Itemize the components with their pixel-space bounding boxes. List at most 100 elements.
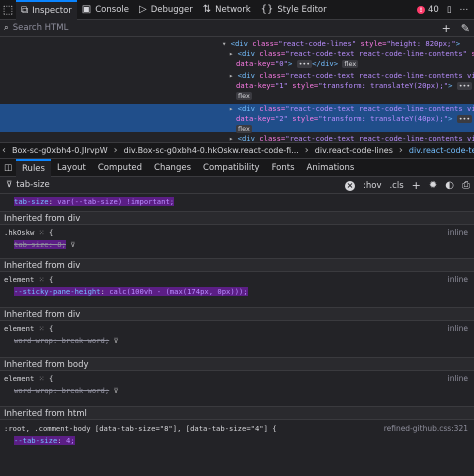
eyedropper-icon[interactable]: ✎ <box>461 22 470 35</box>
tab-network[interactable]: ⇅ Network <box>198 0 256 20</box>
tab-debugger[interactable]: ▷ Debugger <box>134 0 198 20</box>
chevron-right-icon: › <box>113 145 118 156</box>
selector[interactable]: element <box>4 324 34 333</box>
breadcrumb-item-current[interactable]: div.react-code-text.react-code-lir <box>405 146 474 155</box>
property-value[interactable]: break-word; <box>62 336 110 345</box>
tab-inspector[interactable]: ⧉ Inspector <box>16 0 77 20</box>
rule-source[interactable]: inline <box>448 323 468 334</box>
collapsed-content-badge[interactable]: ••• <box>456 82 473 90</box>
markup-search: ⌕ Search HTML + ✎ <box>0 20 474 37</box>
toggle-sidebar-icon[interactable]: ◫ <box>0 163 16 173</box>
flex-badge[interactable]: flex <box>236 125 252 133</box>
rule-selector: element ⁙ {inline <box>4 373 468 384</box>
grid-icon[interactable]: ⁙ <box>39 275 45 284</box>
filter-icon: ⊽ <box>6 180 13 190</box>
style-editor-icon: {} <box>260 4 274 15</box>
filter-rule-icon[interactable]: ⊽ <box>114 386 119 395</box>
property-name[interactable]: --sticky-pane-height <box>14 287 101 296</box>
property-name[interactable]: --tab-size <box>14 436 57 445</box>
tab-animations[interactable]: Animations <box>301 159 361 177</box>
property-value[interactable]: break-word; <box>62 386 110 395</box>
tab-console-label: Console <box>95 4 129 15</box>
flex-badge[interactable]: flex <box>342 60 359 68</box>
tab-style-editor-label: Style Editor <box>277 4 327 15</box>
css-declaration[interactable]: --tab-size: 4; <box>0 435 474 446</box>
css-declaration[interactable]: --sticky-pane-height: calc(100vh - (max(… <box>0 286 474 297</box>
hover-states-button[interactable]: :hov <box>363 181 381 191</box>
property-value[interactable]: 4; <box>66 436 75 445</box>
collapsed-content-badge[interactable]: ••• <box>296 60 313 68</box>
responsive-design-icon[interactable]: ▯ <box>447 5 452 15</box>
selector[interactable]: element <box>4 275 34 284</box>
filter-input[interactable]: tab-size <box>16 180 50 190</box>
add-rule-icon[interactable]: + <box>412 179 421 192</box>
classes-button[interactable]: .cls <box>389 181 403 191</box>
property-name[interactable]: word-wrap <box>14 386 53 395</box>
tab-rules[interactable]: Rules <box>16 158 51 177</box>
markup-line: flex <box>236 91 474 101</box>
selector[interactable]: :root, .comment-body [data-tab-size="8"]… <box>4 424 277 433</box>
property-value[interactable]: 8; <box>57 240 66 249</box>
tab-compatibility[interactable]: Compatibility <box>197 159 266 177</box>
rule-selector: :root, .comment-body [data-tab-size="8"]… <box>0 423 474 434</box>
pick-element-icon[interactable]: ⬚ <box>0 0 16 20</box>
property-value[interactable]: var(--tab-size) !important; <box>57 197 174 206</box>
property-name[interactable]: word-wrap <box>14 336 53 345</box>
breadcrumb-item[interactable]: div.Box-sc-g0xbh4-0.hkOskw.react-code-fi… <box>120 146 303 155</box>
rule-selector: .hkOskw ⁙ {inline <box>4 227 468 238</box>
property-name[interactable]: tab-size <box>14 240 49 249</box>
flex-badge[interactable]: flex <box>236 92 252 100</box>
property-value[interactable]: calc(100vh - (max(174px, 0px))); <box>109 287 247 296</box>
property-name[interactable]: tab-size <box>14 197 49 206</box>
css-declaration[interactable]: tab-size: 8; ⊽ <box>0 239 474 250</box>
selector[interactable]: .hkOskw <box>4 228 34 237</box>
tab-network-label: Network <box>215 4 251 15</box>
tab-fonts[interactable]: Fonts <box>266 159 301 177</box>
markup-line[interactable]: data-key="1" style="transform: translate… <box>236 81 474 91</box>
css-declaration[interactable]: tab-size: var(--tab-size) !important; <box>0 196 474 207</box>
rules-panel: tab-size: var(--tab-size) !important; In… <box>0 194 474 476</box>
tab-computed[interactable]: Computed <box>92 159 148 177</box>
css-declaration[interactable]: word-wrap: break-word; ⊽ <box>0 385 474 396</box>
tab-console[interactable]: ▣ Console <box>77 0 134 20</box>
grid-icon[interactable]: ⁙ <box>39 324 45 333</box>
section-header: Inherited from div <box>0 307 474 321</box>
print-mode-icon[interactable]: ⎙ <box>462 180 470 191</box>
markup-line[interactable]: data-key="0"> ••• </div> flex <box>236 59 474 69</box>
rule-source[interactable]: inline <box>448 274 468 285</box>
grid-icon[interactable]: ⁙ <box>39 228 45 237</box>
markup-line-selected[interactable]: ▸ <div class="react-code-text react-code… <box>0 104 474 114</box>
markup-line-selected[interactable]: data-key="2" style="transform: translate… <box>0 114 474 124</box>
filter-rule-icon[interactable]: ⊽ <box>114 336 119 345</box>
search-input[interactable]: Search HTML <box>13 23 69 33</box>
markup-line[interactable]: ▸ <div class="react-code-text react-code… <box>229 49 474 59</box>
rule-source[interactable]: refined-github.css:321 <box>384 423 468 434</box>
filter-rule-icon[interactable]: ⊽ <box>70 240 75 249</box>
tab-changes[interactable]: Changes <box>148 159 197 177</box>
markup-line[interactable]: ▾ <div class="react-code-lines" style="h… <box>222 39 474 49</box>
collapsed-content-badge[interactable]: ••• <box>456 115 473 123</box>
breadcrumb: ‹ Box-sc-g0xbh4-0.JIrvpW › div.Box-sc-g0… <box>0 142 474 159</box>
light-mode-icon[interactable]: ✹ <box>429 180 437 191</box>
css-declaration[interactable]: word-wrap: break-word; ⊽ <box>0 335 474 346</box>
rule-selector: element ⁙ {inline <box>4 323 468 334</box>
markup-line[interactable]: ▸ <div class="react-code-text react-code… <box>229 134 474 142</box>
section-header: Inherited from html <box>0 406 474 420</box>
breadcrumb-item[interactable]: div.react-code-lines <box>311 146 397 155</box>
add-node-icon[interactable]: + <box>442 22 451 35</box>
tab-layout[interactable]: Layout <box>51 159 92 177</box>
clear-filter-icon[interactable]: × <box>345 180 355 191</box>
network-icon: ⇅ <box>202 4 212 15</box>
markup-line[interactable]: ▸ <div class="react-code-text react-code… <box>229 71 474 81</box>
markup-line-selected: flex <box>0 124 474 133</box>
more-options-icon[interactable]: ⋯ <box>460 5 469 15</box>
rule-source[interactable]: inline <box>448 373 468 384</box>
selector[interactable]: element <box>4 374 34 383</box>
breadcrumb-item[interactable]: Box-sc-g0xbh4-0.JIrvpW <box>8 146 112 155</box>
rule-source[interactable]: inline <box>448 227 468 238</box>
chevron-left-icon[interactable]: ‹ <box>0 145 8 156</box>
error-count[interactable]: ! 40 <box>416 5 439 15</box>
grid-icon[interactable]: ⁙ <box>39 374 45 383</box>
tab-style-editor[interactable]: {} Style Editor <box>256 0 332 20</box>
dark-mode-icon[interactable]: ◐ <box>445 180 454 191</box>
